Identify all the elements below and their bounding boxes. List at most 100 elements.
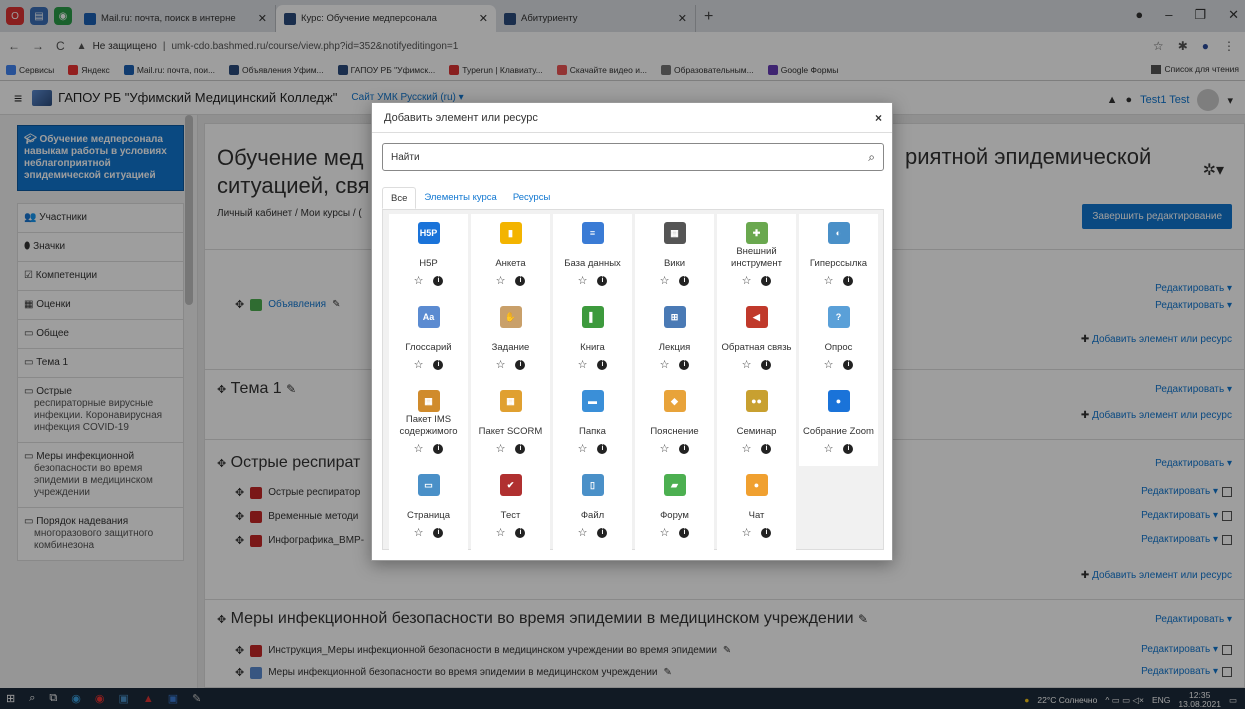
activity-tile[interactable]: ● Собрание Zoom ☆ i	[799, 382, 878, 466]
star-icon[interactable]: ☆	[742, 526, 752, 539]
activity-icon: ⊞	[663, 306, 686, 328]
info-icon[interactable]: i	[597, 275, 608, 286]
search-input[interactable]: Найти ⌕	[382, 143, 884, 171]
info-icon[interactable]: i	[515, 275, 526, 286]
activity-label: Анкета	[495, 258, 526, 269]
info-icon[interactable]: i	[679, 527, 690, 538]
activity-tile[interactable]: ▯ Файл ☆ i	[553, 466, 632, 550]
star-icon[interactable]: ☆	[414, 526, 424, 539]
info-icon[interactable]: i	[433, 443, 444, 454]
star-icon[interactable]: ☆	[824, 442, 834, 455]
activity-label: Обратная связь	[721, 342, 792, 353]
star-icon[interactable]: ☆	[578, 442, 588, 455]
info-icon[interactable]: i	[761, 443, 772, 454]
chooser-tabs: Все Элементы курса Ресурсы	[382, 187, 884, 209]
activity-tile[interactable]: ●● Семинар ☆ i	[717, 382, 796, 466]
activity-icon: ▦	[499, 390, 522, 412]
tab-resources[interactable]: Ресурсы	[505, 187, 558, 209]
star-icon[interactable]: ☆	[660, 442, 670, 455]
activity-label: Чат	[748, 510, 765, 521]
activity-tile[interactable]: ◐ Гиперссылка ☆ i	[799, 214, 878, 298]
info-icon[interactable]: i	[843, 359, 854, 370]
activity-icon: ✚	[745, 222, 768, 244]
activity-tile[interactable]: ▦ Вики ☆ i	[635, 214, 714, 298]
star-icon[interactable]: ☆	[742, 274, 752, 287]
star-icon[interactable]: ☆	[414, 358, 424, 371]
star-icon[interactable]: ☆	[496, 526, 506, 539]
star-icon[interactable]: ☆	[496, 358, 506, 371]
activity-tile[interactable]: ⊞ Лекция ☆ i	[635, 298, 714, 382]
star-icon[interactable]: ☆	[578, 526, 588, 539]
star-icon[interactable]: ☆	[578, 274, 588, 287]
activity-label: Лекция	[658, 342, 691, 353]
activity-tile[interactable]: ✔ Тест ☆ i	[471, 466, 550, 550]
activity-tile[interactable]: ≡ База данных ☆ i	[553, 214, 632, 298]
info-icon[interactable]: i	[761, 359, 772, 370]
info-icon[interactable]: i	[679, 443, 690, 454]
activity-label: Гиперссылка	[809, 258, 868, 269]
activity-icon: ◐	[827, 222, 850, 244]
activity-tile[interactable]: ▭ Страница ☆ i	[389, 466, 468, 550]
activity-icon: ≡	[581, 222, 604, 244]
activity-icon: ▬	[581, 390, 604, 412]
activity-tile[interactable]: H5P H5P ☆ i	[389, 214, 468, 298]
activity-chooser-dialog: Добавить элемент или ресурс × Найти ⌕ Вс…	[371, 102, 893, 561]
activity-tile[interactable]: ◆ Пояснение ☆ i	[635, 382, 714, 466]
info-icon[interactable]: i	[433, 527, 444, 538]
activity-icon: ◀	[745, 306, 768, 328]
info-icon[interactable]: i	[843, 443, 854, 454]
activity-tile[interactable]: ◀ Обратная связь ☆ i	[717, 298, 796, 382]
star-icon[interactable]: ☆	[742, 442, 752, 455]
info-icon[interactable]: i	[515, 527, 526, 538]
activity-tile[interactable]: ▦ Пакет SCORM ☆ i	[471, 382, 550, 466]
info-icon[interactable]: i	[843, 275, 854, 286]
info-icon[interactable]: i	[597, 359, 608, 370]
activity-tile[interactable]: ▰ Форум ☆ i	[635, 466, 714, 550]
star-icon[interactable]: ☆	[496, 442, 506, 455]
info-icon[interactable]: i	[597, 443, 608, 454]
activity-label: Внешний инструмент	[731, 246, 782, 269]
search-icon[interactable]: ⌕	[868, 150, 875, 165]
search-placeholder: Найти	[391, 151, 420, 163]
activity-tile[interactable]: ? Опрос ☆ i	[799, 298, 878, 382]
activity-tile[interactable]: Aa Глоссарий ☆ i	[389, 298, 468, 382]
activity-icon: ●●	[745, 390, 768, 412]
activity-icon: ✔	[499, 474, 522, 496]
tab-activities[interactable]: Элементы курса	[416, 187, 504, 209]
activity-tile[interactable]: ● Чат ☆ i	[717, 466, 796, 550]
activity-tile[interactable]: ▦ Пакет IMS содержимого ☆ i	[389, 382, 468, 466]
activity-label: Пакет IMS содержимого	[399, 414, 458, 437]
tab-all[interactable]: Все	[382, 187, 417, 209]
activity-label: H5P	[419, 258, 438, 269]
activity-label: Папка	[579, 426, 606, 437]
star-icon[interactable]: ☆	[824, 358, 834, 371]
info-icon[interactable]: i	[433, 359, 444, 370]
star-icon[interactable]: ☆	[414, 274, 424, 287]
info-icon[interactable]: i	[433, 275, 444, 286]
star-icon[interactable]: ☆	[660, 358, 670, 371]
activity-tile[interactable]: ▮ Анкета ☆ i	[471, 214, 550, 298]
star-icon[interactable]: ☆	[660, 526, 670, 539]
info-icon[interactable]: i	[761, 275, 772, 286]
activity-tile[interactable]: ▬ Папка ☆ i	[553, 382, 632, 466]
activity-label: Вики	[663, 258, 686, 269]
activity-icon: ▯	[581, 474, 604, 496]
info-icon[interactable]: i	[515, 359, 526, 370]
info-icon[interactable]: i	[597, 527, 608, 538]
info-icon[interactable]: i	[679, 275, 690, 286]
star-icon[interactable]: ☆	[742, 358, 752, 371]
star-icon[interactable]: ☆	[414, 442, 424, 455]
close-icon[interactable]: ×	[875, 111, 882, 125]
info-icon[interactable]: i	[761, 527, 772, 538]
star-icon[interactable]: ☆	[578, 358, 588, 371]
dialog-title: Добавить элемент или ресурс	[372, 103, 892, 133]
activity-label: Пакет SCORM	[478, 426, 543, 437]
star-icon[interactable]: ☆	[824, 274, 834, 287]
info-icon[interactable]: i	[515, 443, 526, 454]
activity-tile[interactable]: ▌ Книга ☆ i	[553, 298, 632, 382]
activity-tile[interactable]: ✚ Внешний инструмент ☆ i	[717, 214, 796, 298]
info-icon[interactable]: i	[679, 359, 690, 370]
activity-tile[interactable]: ✋ Задание ☆ i	[471, 298, 550, 382]
star-icon[interactable]: ☆	[496, 274, 506, 287]
star-icon[interactable]: ☆	[660, 274, 670, 287]
